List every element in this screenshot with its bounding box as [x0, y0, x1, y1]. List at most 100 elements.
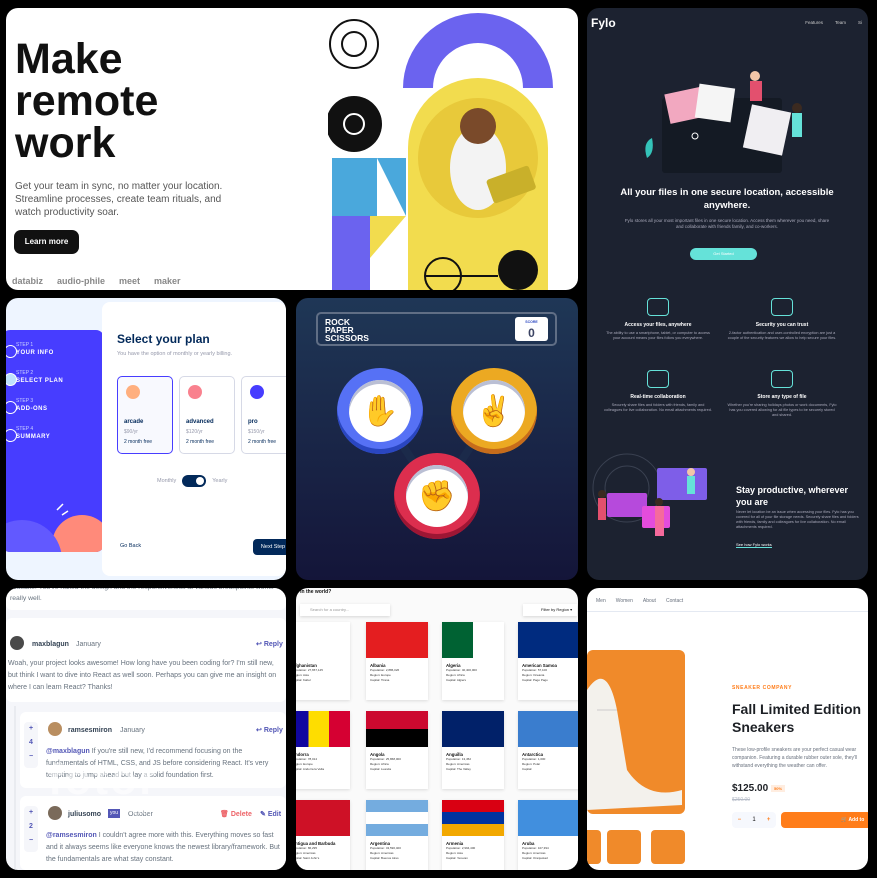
paper-chip[interactable]: ✋ — [337, 368, 423, 454]
country-card[interactable]: Armenia Population: 2,994,400 Region: Asia… — [442, 800, 504, 870]
fylo-landing: Fylo Features Team Si All your files in … — [587, 8, 868, 580]
audiophile-logo: audio-phile — [57, 276, 106, 286]
country-flag — [366, 711, 428, 747]
pencil-icon: ✎ — [260, 811, 268, 818]
step-4[interactable]: STEP 4 SUMMARY — [6, 426, 50, 442]
billing-toggle[interactable] — [182, 475, 207, 487]
downvote-button[interactable]: − — [24, 750, 38, 764]
thumbnail-2[interactable] — [607, 830, 641, 864]
country-flag — [518, 622, 578, 658]
plan-card: Select your plan You have the option of … — [102, 302, 286, 576]
yearly-label: Yearly — [212, 478, 228, 484]
step-2[interactable]: STEP 2 SELECT PLAN — [6, 370, 63, 386]
plan-advanced[interactable]: advanced $120/yr 2 month free — [179, 376, 235, 454]
nav-men[interactable]: Men — [596, 598, 606, 604]
vote-counter: +4 − — [24, 722, 38, 768]
country-flag — [442, 711, 504, 747]
country-card[interactable]: Angola Population: 25,868,000 Region: Afri… — [366, 711, 428, 789]
nav-contact[interactable]: Contact — [666, 598, 683, 604]
thumbnail-1[interactable] — [587, 830, 601, 864]
country-card[interactable]: AndorraPopulation: 78,014Region: EuropeC… — [296, 711, 350, 789]
scissors-chip[interactable]: ✌ — [451, 368, 537, 454]
advanced-icon — [188, 385, 202, 399]
nav-women[interactable]: Women — [616, 598, 633, 604]
country-card[interactable]: Albania Population: 2,886,026 Region: Euro… — [366, 622, 428, 700]
countries-app: e in the world? Search for a country... … — [296, 588, 578, 870]
country-flag — [518, 711, 578, 747]
delete-button[interactable]: 🗑 Delete — [220, 809, 252, 821]
country-flag — [296, 711, 350, 747]
plus-button[interactable]: + — [767, 817, 771, 823]
country-capital: Capital: Algiers — [446, 678, 467, 682]
avatar — [10, 636, 24, 650]
reply-button[interactable]: ↩ Reply — [256, 725, 283, 737]
plan-pro[interactable]: pro $150/yr 2 month free — [241, 376, 286, 454]
country-capital: Capital: — [522, 767, 533, 771]
country-card[interactable]: Argentina Population: 43,590,400 Region: A… — [366, 800, 428, 870]
geometric-hero-illustration — [328, 13, 553, 290]
nav-team[interactable]: Team — [835, 20, 846, 25]
databiz-logo: databiz — [12, 276, 44, 286]
reply-button[interactable]: ↩ Reply — [256, 639, 283, 651]
country-card[interactable]: American Samoa Population: 57,100 Region: … — [518, 622, 578, 700]
trash-icon: 🗑 — [220, 811, 231, 818]
rock-icon: ✊ — [406, 465, 468, 527]
step-number — [6, 429, 17, 442]
feature-security: Security you can trust 2-factor authentic… — [727, 298, 837, 341]
add-to-cart-button[interactable]: 🛒 Add to cart — [781, 812, 868, 839]
feature-collaboration: Real-time collaboration Securely share fi… — [603, 370, 713, 413]
step-1[interactable]: STEP 1 YOUR INFO — [6, 342, 54, 358]
rock-paper-scissors: ROCK PAPER SCISSORS SCORE 0 ✋ ✌ ✊ — [296, 298, 578, 580]
thumbnail-3[interactable] — [651, 830, 685, 864]
feature-storage: Store any type of file Whether you're sha… — [727, 370, 837, 418]
collaboration-icon — [647, 370, 669, 388]
comment-text: @ramsesmiron I couldn't agree more with … — [46, 832, 280, 863]
mention[interactable]: @maxblagun — [46, 748, 90, 755]
meet-logo: meet — [119, 276, 141, 286]
country-card[interactable]: Algeria Population: 40,400,000 Region: Afr… — [442, 622, 504, 700]
learn-more-button[interactable]: Learn more — [14, 230, 79, 254]
country-card[interactable]: Anguilla Population: 13,452 Region: Americ… — [442, 711, 504, 789]
edit-button[interactable]: ✎ Edit — [260, 809, 281, 821]
country-capital: Capital: Saint John's — [296, 856, 320, 860]
country-flag — [442, 800, 504, 836]
nav-about[interactable]: About — [643, 598, 656, 604]
country-card[interactable]: Aruba Population: 107,394 Region: Americas… — [518, 800, 578, 870]
nav-features[interactable]: Features — [805, 20, 823, 25]
fylo-headline: All your files in one secure location, a… — [620, 187, 834, 211]
comment-username: maxblagun — [32, 641, 69, 648]
avatar — [48, 806, 62, 820]
country-card[interactable]: AfghanistanPopulation: 27,657,145Region:… — [296, 622, 350, 700]
rock-chip[interactable]: ✊ — [394, 453, 480, 539]
product-price: $125.00 — [732, 783, 769, 794]
step-3[interactable]: STEP 3 ADD-ONS — [6, 398, 48, 414]
downvote-button[interactable]: − — [24, 834, 38, 848]
nav-divider — [587, 611, 868, 612]
next-step-button[interactable]: Next Step — [253, 539, 286, 555]
reply-icon: ↩ — [256, 641, 264, 648]
country-card[interactable]: Antigua and BarbudaPopulation: 86,295Reg… — [296, 800, 350, 870]
step-number — [6, 401, 17, 414]
fylo-intro: Fylo stores all your most important file… — [624, 218, 830, 229]
nav-signin[interactable]: Si — [858, 20, 862, 25]
step-number — [6, 345, 17, 358]
multi-step-form: STEP 1 YOUR INFO STEP 2 SELECT PLAN STEP 3… — [6, 298, 286, 580]
productive-text: Never let location be an issue when acce… — [736, 510, 859, 529]
country-flag — [518, 800, 578, 836]
minus-button[interactable]: − — [738, 817, 742, 823]
go-back-button[interactable]: Go Back — [120, 543, 141, 549]
plan-arcade[interactable]: arcade $90/yr 2 month free — [117, 376, 173, 454]
product-main-image[interactable] — [587, 650, 685, 814]
upvote-button[interactable]: + — [24, 806, 38, 820]
get-started-button[interactable]: Get Started — [690, 248, 757, 260]
upvote-button[interactable]: + — [24, 722, 38, 736]
quantity-stepper: − 1 + — [732, 812, 776, 828]
form-subtitle: You have the option of monthly or yearly… — [117, 351, 233, 357]
mention[interactable]: @ramsesmiron — [46, 832, 97, 839]
country-search-input[interactable]: Search for a country... — [300, 604, 390, 616]
country-card[interactable]: Antarctica Population: 1,000 Region: Polar… — [518, 711, 578, 789]
productive-heading: Stay productive, wherever you are — [736, 485, 849, 507]
see-how-link[interactable]: See how Fylo works — [736, 542, 772, 548]
region-filter[interactable]: Filter by Region ▾ — [523, 604, 577, 616]
maker-logo: maker — [154, 276, 181, 286]
